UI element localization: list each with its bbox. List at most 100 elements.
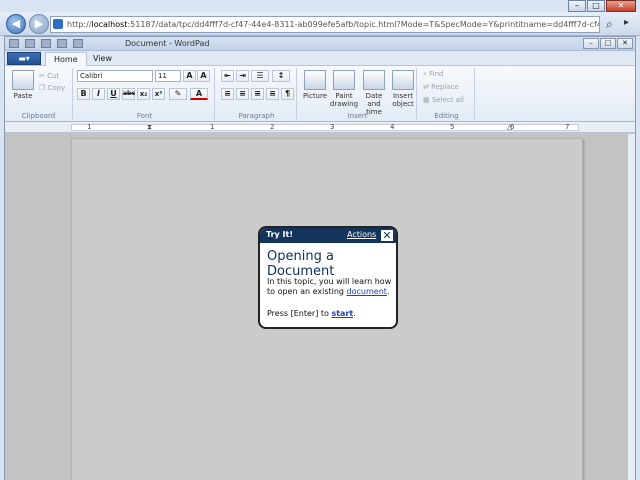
address-bar: ◀ ▶ http://localhost:51187/data/tpc/dd4f… [0,12,640,36]
ribbon: Paste ✂ Cut ❐ Copy Clipboard Calibri 11 … [5,66,635,122]
ruler-mark: 7 [565,123,570,131]
justify-button[interactable]: ≡ [266,88,279,100]
grow-font-button[interactable]: A [183,70,196,82]
paste-button[interactable]: Paste [9,70,37,100]
strikethrough-button[interactable]: abc [122,88,135,100]
font-color-icon: A [195,89,203,98]
object-icon [392,70,414,90]
align-right-icon: ≡ [254,89,261,98]
ruler[interactable]: 1 ⧗ 1 2 3 4 5 △ 6 7 [5,122,635,133]
font-size-value: 11 [158,72,167,80]
scroll-right-icon[interactable]: ▸ [624,17,629,28]
increase-indent-button[interactable]: ⇥ [236,70,249,82]
replace-label: Replace [431,83,459,91]
copy-button[interactable]: ❐ Copy [39,84,65,92]
shrink-font-button[interactable]: A [197,70,210,82]
editing-label: Editing [434,112,459,120]
scissors-icon: ✂ [39,72,45,80]
align-right-button[interactable]: ≡ [251,88,264,100]
bold-button[interactable]: B [77,88,90,100]
ruler-indent-icon[interactable]: ⧗ [147,123,152,132]
select-all-button[interactable]: ▦ Select all [423,96,464,104]
insert-label: Insert [347,112,368,120]
highlight-color-button[interactable]: ✎ [169,88,187,100]
popup-actions-link[interactable]: Actions [347,230,376,239]
font-label: Font [136,112,153,120]
popup-body: In this topic, you will learn how to ope… [267,277,395,297]
forward-button[interactable]: ▶ [29,14,49,34]
ruler-mark: 6 [510,123,515,131]
decrease-indent-button[interactable]: ⇤ [221,70,234,82]
url-host: localhost [91,20,128,29]
subscript-button[interactable]: x₂ [137,88,150,100]
browser-window: – □ ✕ ◀ ▶ http://localhost:51187/data/tp… [0,0,640,480]
wordpad-titlebar: Document - WordPad – □ ✕ [5,37,635,51]
binoculars-icon: ⌕ [423,70,427,78]
popup-header: Try It! Actions ✕ [260,228,396,243]
cut-label: Cut [47,72,60,80]
start-link[interactable]: start [331,309,353,318]
clipboard-icon [12,70,34,90]
back-arrow-icon: ◀ [11,17,21,30]
paragraph-group: ⇤ ⇥ ☰ ↕ ≡ ≡ ≡ ≡ ¶ Paragraph [217,68,297,120]
bullets-button[interactable]: ☰ [251,70,269,82]
paint-label: Paint drawing [329,92,359,108]
cut-button[interactable]: ✂ Cut [39,72,59,80]
back-button[interactable]: ◀ [6,14,26,34]
align-center-button[interactable]: ≡ [236,88,249,100]
ruler-mark: 3 [330,123,335,131]
url-input[interactable]: http://localhost:51187/data/tpc/dd4fff7d… [50,16,600,33]
wordpad-close-button[interactable]: ✕ [617,38,633,49]
wordpad-maximize-button[interactable]: □ [600,38,616,49]
tab-view[interactable]: View [85,52,120,66]
align-left-button[interactable]: ≡ [221,88,234,100]
insert-group: Picture Paint drawing Date and time Inse… [299,68,417,120]
maximize-button[interactable]: □ [587,0,605,12]
underline-button[interactable]: U [107,88,120,100]
replace-button[interactable]: ⇄ Replace [423,83,459,91]
redo-icon[interactable] [41,39,51,48]
paste-label: Paste [13,92,33,100]
font-family-select[interactable]: Calibri [77,70,153,82]
indent-icon: ⇥ [239,71,246,80]
replace-icon: ⇄ [423,83,429,91]
minimize-button[interactable]: – [568,0,586,12]
undo-icon[interactable] [25,39,35,48]
wordpad-title: Document - WordPad [125,39,210,48]
wordpad-minimize-button[interactable]: – [583,38,599,49]
line-spacing-button[interactable]: ↕ [272,70,290,82]
clipboard-group: Paste ✂ Cut ❐ Copy Clipboard [5,68,73,120]
picture-button[interactable]: Picture [301,70,329,100]
insert-object-button[interactable]: Insert object [389,70,417,108]
vertical-scrollbar[interactable] [627,134,635,480]
paint-drawing-button[interactable]: Paint drawing [329,70,359,108]
picture-label: Picture [302,92,328,100]
save-icon[interactable] [9,39,19,48]
find-button[interactable]: ⌕ Find [423,70,444,79]
select-all-icon: ▦ [423,96,430,104]
superscript-button[interactable]: x² [152,88,165,100]
paragraph-button[interactable]: ¶ [281,88,294,100]
select-all-label: Select all [431,96,464,104]
close-button[interactable]: ✕ [606,0,636,12]
document-link[interactable]: document [347,287,387,296]
search-icon[interactable]: ⌕ [606,17,613,32]
ruler-mark: 2 [270,123,275,131]
print-icon[interactable] [57,39,67,48]
font-size-select[interactable]: 11 [155,70,181,82]
try-it-popup: Try It! Actions ✕ Opening a Document In … [258,226,398,329]
bullet-list-icon: ☰ [256,71,264,80]
url-prefix: http:// [67,20,92,29]
forward-arrow-icon: ▶ [34,17,44,30]
font-color-button[interactable]: A [190,88,208,100]
customize-icon[interactable] [73,39,83,48]
ribbon-tabs: ▬▾ Home View [5,51,635,66]
tab-home[interactable]: Home [45,52,87,66]
highlighter-icon: ✎ [174,89,182,98]
editing-group: ⌕ Find ⇄ Replace ▦ Select all Editing [419,68,475,120]
ruler-mark: 5 [450,123,455,131]
italic-button[interactable]: I [92,88,105,100]
date-time-button[interactable]: Date and time [359,70,389,116]
wordpad-menu-button[interactable]: ▬▾ [7,52,41,65]
popup-close-button[interactable]: ✕ [380,229,394,242]
